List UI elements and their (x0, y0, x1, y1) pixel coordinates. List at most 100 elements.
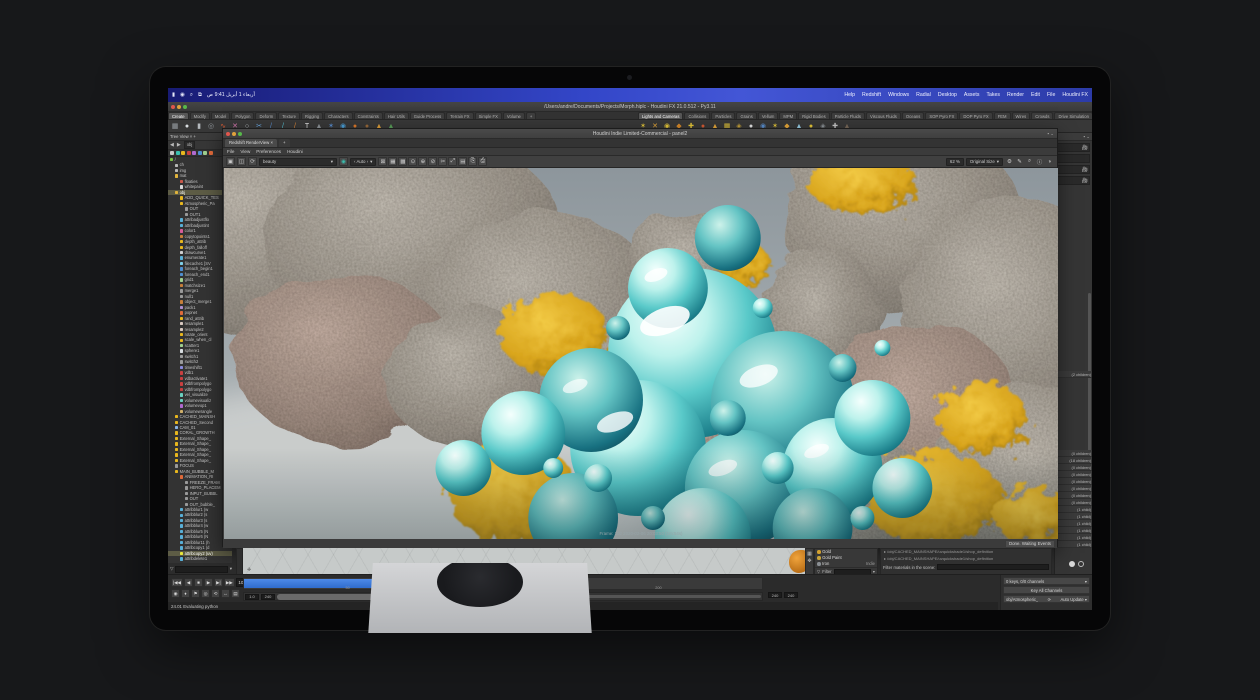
renderview-tool-icon[interactable]: ⊠ (378, 157, 387, 166)
menubar-menu-item[interactable]: Render (1007, 92, 1024, 98)
zoom-level-field[interactable]: 62 % (946, 158, 964, 166)
shelf-tab[interactable]: + (526, 112, 536, 119)
renderview-tool-icon[interactable]: ⎙ (478, 157, 487, 166)
shelf-tab[interactable]: Particle Fluids (831, 112, 865, 119)
renderview-tool-icon[interactable]: ⤢ (448, 157, 457, 166)
renderview-tool-icon[interactable]: ⌕ (1025, 157, 1034, 166)
refresh-icon[interactable]: ⟳ (1048, 597, 1052, 602)
transport-button[interactable]: ◀ (184, 578, 193, 587)
auto-update-select[interactable]: Auto Update ▾ (1060, 597, 1087, 602)
shelf-tab[interactable]: Lights and Cameras (638, 112, 683, 119)
playbar-option-icon[interactable]: ⟲ (211, 589, 220, 598)
close-icon[interactable]: × (271, 140, 274, 145)
menubar-menu-item[interactable]: Windows (888, 92, 909, 98)
control-center-icon[interactable]: ⧉ (198, 92, 202, 99)
children-count-row[interactable]: (0 children) (1055, 464, 1092, 471)
display-flag-icon[interactable] (1069, 561, 1075, 567)
shelf-tab[interactable]: Deform (255, 112, 277, 119)
tree-filter-icon[interactable] (203, 151, 207, 155)
shelf-tab[interactable]: Collisions (684, 112, 710, 119)
filter-input[interactable] (175, 566, 227, 573)
menubar-menu-item[interactable]: Desktop (938, 92, 957, 98)
tree-filter-icon[interactable] (170, 151, 174, 155)
shelf-tool-icon[interactable]: ◎ (206, 121, 216, 131)
scrollbar[interactable] (1088, 293, 1091, 463)
funnel-icon[interactable]: ▽ (170, 566, 173, 572)
add-tab-icon[interactable]: + (193, 134, 195, 139)
tab-redshift-renderview[interactable]: Redshift RenderView × (225, 139, 277, 147)
render-target-icon[interactable]: ◉ (339, 157, 348, 166)
transport-button[interactable]: ▶ (204, 578, 213, 587)
shelf-tab[interactable]: Vellum (758, 112, 779, 119)
renderview-tool-icon[interactable]: ⊙ (408, 157, 417, 166)
shelf-tab[interactable]: Volume (503, 112, 525, 119)
shelf-tab[interactable]: Rigging (301, 112, 323, 119)
shelf-tab[interactable]: Drive Simulation (1054, 112, 1092, 119)
playbar-option-icon[interactable]: ◎ (201, 589, 210, 598)
parameter-field[interactable]: 🎥︎ (1057, 165, 1090, 174)
pane-controls[interactable]: ▪ ⌄ (1055, 133, 1092, 141)
shelf-tab[interactable]: MPM (779, 112, 797, 119)
renderview-tool-icon[interactable]: ⚙ (1005, 157, 1014, 166)
menubar-menu-item[interactable]: Redshift (862, 92, 881, 98)
tree-filter-icon[interactable] (181, 151, 185, 155)
menubar-menu-item[interactable]: Help (844, 92, 855, 98)
key-all-channels-button[interactable]: Key All Channels (1003, 586, 1090, 594)
range-start-field[interactable]: 1.0 (245, 594, 259, 600)
shelf-tool-icon[interactable]: ▮ (194, 121, 204, 131)
children-count-row[interactable]: (0 children) (1055, 478, 1092, 485)
move-icon[interactable]: ✥ (807, 558, 811, 564)
shelf-tab[interactable]: Model (211, 112, 230, 119)
shelf-tab[interactable]: Terrain FX (446, 112, 473, 119)
range-end-field[interactable]: 240 (261, 594, 275, 600)
children-count-row[interactable]: (0 children) (1055, 492, 1092, 499)
snapshot-icon[interactable]: ▣ (226, 157, 235, 166)
children-count-row[interactable]: (0 children) (1055, 499, 1092, 506)
menu-item[interactable]: File (227, 149, 234, 154)
menu-item[interactable]: Houdini (287, 149, 303, 154)
rendered-image[interactable]: Frame: 102 2020-02-06 20:03:50 (1m:54s) (224, 168, 1058, 539)
children-count-row[interactable]: (1 child) (1055, 541, 1092, 548)
forward-icon[interactable]: ▶ (177, 141, 181, 150)
renderview-tool-icon[interactable]: ⎘ (468, 157, 477, 166)
shelf-tab[interactable]: FEM (994, 112, 1011, 119)
end-frame-field[interactable]: 240 (768, 592, 782, 598)
pane-controls[interactable]: ▪ ⌄ (1047, 131, 1054, 137)
transport-button[interactable]: ▶▶ (224, 578, 235, 587)
shelf-tab[interactable]: Characters (324, 112, 352, 119)
compare-icon[interactable]: ◫ (237, 157, 246, 166)
wifi-icon[interactable]: ◉ (180, 92, 185, 98)
viewport-mini-toolbar[interactable] (236, 548, 243, 575)
shelf-tool-icon[interactable]: ▦ (170, 121, 180, 131)
children-count-row[interactable]: (1 child) (1055, 520, 1092, 527)
menubar-menu-item[interactable]: File (1047, 92, 1055, 98)
shelf-tab[interactable]: Oceans (902, 112, 924, 119)
playbar-option-icon[interactable]: ▤ (231, 589, 240, 598)
shelf-tab[interactable]: Rigid Bodies (798, 112, 830, 119)
shelf-tab[interactable]: Wires (1012, 112, 1031, 119)
transport-button[interactable]: |◀◀ (171, 578, 183, 587)
shelf-tab[interactable]: Particles (711, 112, 735, 119)
renderview-tool-icon[interactable]: ▦ (388, 157, 397, 166)
shelf-tab[interactable]: Hair Utils (384, 112, 409, 119)
children-count-row[interactable]: (1 child) (1055, 527, 1092, 534)
render-flag-icon[interactable] (1078, 561, 1084, 567)
children-count-row[interactable]: (1 child) (1055, 513, 1092, 520)
shelf-tool-icon[interactable]: ● (182, 121, 192, 131)
shelf-tab[interactable]: Crowds (1031, 112, 1053, 119)
search-icon[interactable]: ⌕ (190, 92, 193, 99)
shelf-tab[interactable]: Texture (278, 112, 300, 119)
end-frame-field[interactable]: 240 (784, 592, 798, 598)
playbar-option-icon[interactable]: ⚑ (191, 589, 200, 598)
auto-refresh-select[interactable]: ‹ Auto ›▾ (350, 158, 376, 166)
tree-filter-icon[interactable] (187, 151, 191, 155)
children-count-row[interactable]: (1 child) (1055, 534, 1092, 541)
parameter-field[interactable] (1057, 154, 1090, 163)
menubar-menu-item[interactable]: Takes (986, 92, 1000, 98)
renderview-titlebar[interactable]: Houdini Indie Limited-Commercial - panel… (223, 129, 1057, 139)
playbar-option-icon[interactable]: ◉ (171, 589, 180, 598)
shelf-tab[interactable]: DOP Pyro FX (959, 112, 992, 119)
image-size-select[interactable]: Original Size ▾ (966, 158, 1003, 166)
renderview-tool-icon[interactable]: ⓘ (1035, 157, 1044, 166)
keys-dropdown[interactable]: 0 keys, 0/0 channels ▾ (1003, 577, 1090, 585)
